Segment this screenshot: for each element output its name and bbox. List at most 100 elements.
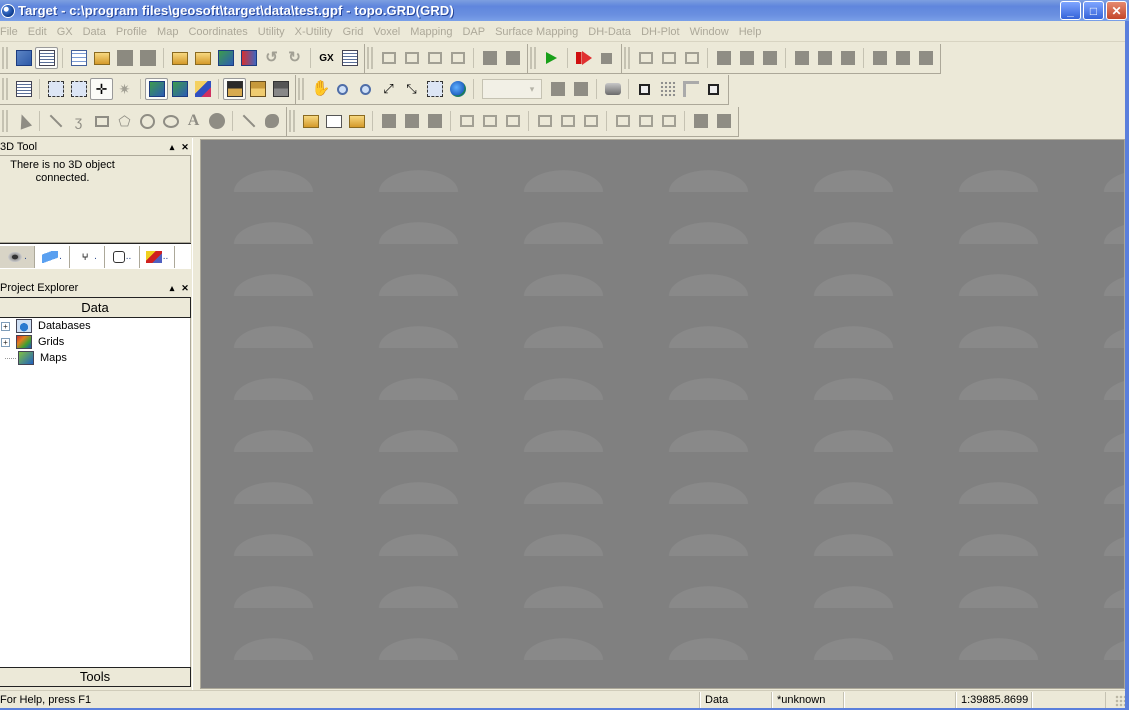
menu-dap[interactable]: DAP	[457, 22, 490, 42]
crop-button[interactable]	[633, 78, 656, 100]
arrange-2[interactable]	[400, 110, 423, 132]
menu-coordinates[interactable]: Coordinates	[183, 22, 252, 42]
db-tool-1[interactable]	[377, 47, 400, 69]
align-bottom-button[interactable]	[501, 110, 524, 132]
log-button[interactable]	[338, 47, 361, 69]
edit-map-button[interactable]	[145, 78, 168, 100]
line-tool-button[interactable]	[44, 110, 67, 132]
new-group-button[interactable]	[299, 110, 322, 132]
panel-splitter[interactable]	[192, 138, 200, 690]
stop-button[interactable]	[595, 47, 618, 69]
save-map-button[interactable]	[214, 47, 237, 69]
tab-tools[interactable]: Tools	[0, 667, 191, 687]
menu-file[interactable]: File	[0, 22, 23, 42]
minimize-button[interactable]: _	[1060, 1, 1081, 20]
tree-item-grids[interactable]: + Grids	[0, 334, 64, 350]
toolbar-grip[interactable]	[624, 47, 630, 69]
map-tool-8[interactable]	[813, 47, 836, 69]
pan-button[interactable]: ✋	[308, 78, 331, 100]
menu-profile[interactable]: Profile	[111, 22, 152, 42]
open-map-button[interactable]	[191, 47, 214, 69]
new-project-button[interactable]	[12, 47, 35, 69]
map-manager-button[interactable]	[12, 78, 35, 100]
zoom-button[interactable]	[331, 78, 354, 100]
menu-surface-mapping[interactable]: Surface Mapping	[490, 22, 583, 42]
tree-item-databases[interactable]: + Databases	[0, 318, 91, 334]
revert-button[interactable]	[237, 47, 260, 69]
map-tool-4[interactable]	[712, 47, 735, 69]
db-tool-5[interactable]	[478, 47, 501, 69]
arrange-1[interactable]	[377, 110, 400, 132]
freehand-tool-button[interactable]	[260, 110, 283, 132]
align-middle-button[interactable]	[478, 110, 501, 132]
map-tool-12[interactable]	[914, 47, 937, 69]
db-tool-4[interactable]	[446, 47, 469, 69]
tab-cube[interactable]: ..	[105, 245, 140, 268]
gx-button[interactable]: GX	[315, 47, 338, 69]
layer-gray-button[interactable]	[269, 78, 292, 100]
open-database-button[interactable]	[90, 47, 113, 69]
menu-window[interactable]: Window	[685, 22, 734, 42]
expand-icon[interactable]: +	[1, 337, 10, 347]
toolbar-grip[interactable]	[367, 47, 373, 69]
db-tool-6[interactable]	[501, 47, 524, 69]
menu-x-utility[interactable]: X-Utility	[290, 22, 338, 42]
zoom-level-combo[interactable]: ▾	[482, 79, 542, 99]
send-back-button[interactable]	[569, 78, 592, 100]
brush-tool-button[interactable]	[237, 110, 260, 132]
menu-data[interactable]: Data	[78, 22, 111, 42]
snapshot-button[interactable]	[601, 78, 624, 100]
map-tool-1[interactable]	[634, 47, 657, 69]
shrink-button[interactable]: ⤡	[400, 78, 423, 100]
tab-plane[interactable]: .	[35, 245, 70, 268]
rectangle-tool-button[interactable]	[90, 110, 113, 132]
disabled-button-2[interactable]	[136, 47, 159, 69]
close-panel-icon[interactable]: ✕	[179, 283, 191, 294]
new-view-button[interactable]	[322, 110, 345, 132]
tab-data[interactable]: Data	[0, 297, 191, 318]
redo-button[interactable]: ↻	[283, 47, 306, 69]
cursor-button[interactable]: ✛	[90, 78, 113, 100]
menu-edit[interactable]: Edit	[23, 22, 52, 42]
symbol-tool-button[interactable]	[205, 110, 228, 132]
new-database-button[interactable]	[67, 47, 90, 69]
corner-button[interactable]	[679, 78, 702, 100]
toolbar-grip[interactable]	[530, 47, 536, 69]
grid-dots-button[interactable]	[656, 78, 679, 100]
toolbar-grip[interactable]	[2, 78, 8, 100]
run-button[interactable]	[540, 47, 563, 69]
crop-stretch-button[interactable]	[702, 78, 725, 100]
tab-axes[interactable]: ⵖ .	[70, 245, 105, 268]
select-profile-button[interactable]	[67, 78, 90, 100]
menu-gx[interactable]: GX	[52, 22, 78, 42]
tree-item-maps[interactable]: Maps	[0, 350, 67, 366]
menu-help[interactable]: Help	[734, 22, 767, 42]
chevron-down-icon[interactable]: ▾	[524, 81, 540, 97]
select-area-button[interactable]	[44, 78, 67, 100]
unlink-button[interactable]	[712, 110, 735, 132]
map-info-button[interactable]	[168, 78, 191, 100]
map-tool-7[interactable]	[790, 47, 813, 69]
project-explorer-button[interactable]	[35, 47, 58, 69]
maximize-button[interactable]: □	[1083, 1, 1104, 20]
menu-utility[interactable]: Utility	[253, 22, 290, 42]
toolbar-grip[interactable]	[289, 110, 295, 132]
polyline-tool-button[interactable]: ʒ	[67, 110, 90, 132]
close-panel-icon[interactable]: ✕	[179, 142, 191, 153]
align-top-button[interactable]	[455, 110, 478, 132]
close-button[interactable]: ✕	[1106, 1, 1127, 20]
layer-back-button[interactable]	[246, 78, 269, 100]
align-left-button[interactable]	[533, 110, 556, 132]
toolbar-grip[interactable]	[2, 47, 8, 69]
menu-grid[interactable]: Grid	[338, 22, 369, 42]
bring-front-button[interactable]	[546, 78, 569, 100]
mdi-client-area[interactable]	[200, 139, 1125, 689]
map-tool-2[interactable]	[657, 47, 680, 69]
menu-mapping[interactable]: Mapping	[405, 22, 457, 42]
undo-button[interactable]: ↺	[260, 47, 283, 69]
menu-map[interactable]: Map	[152, 22, 183, 42]
align-right-button[interactable]	[579, 110, 602, 132]
zoom-window-button[interactable]	[423, 78, 446, 100]
same-height-button[interactable]	[634, 110, 657, 132]
map-tool-5[interactable]	[735, 47, 758, 69]
